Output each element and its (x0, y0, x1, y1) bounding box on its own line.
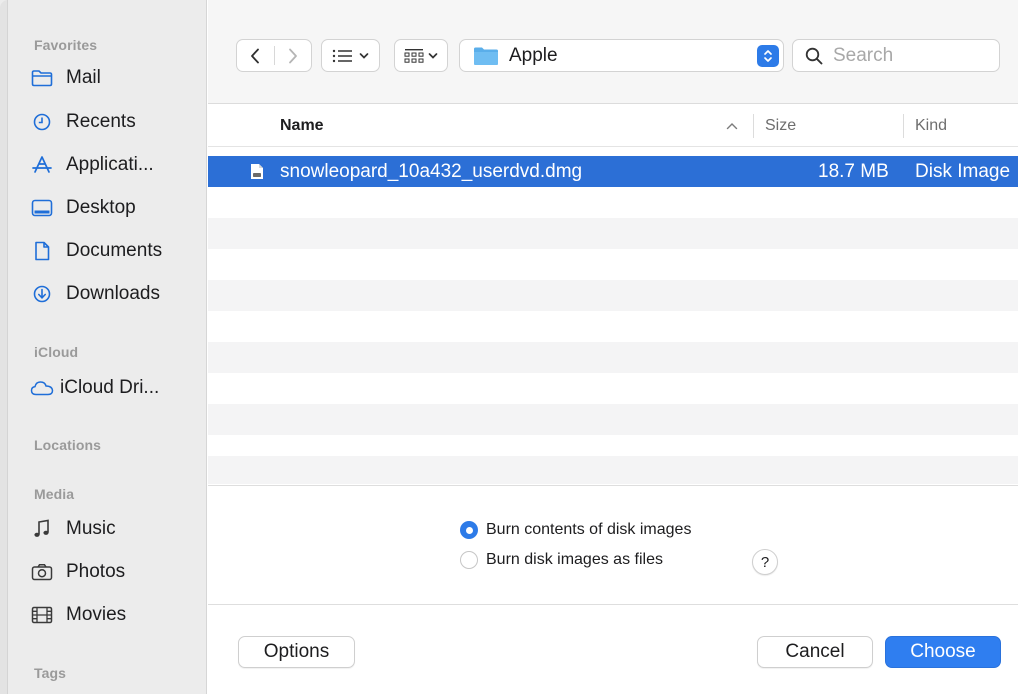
sidebar-item-label: Mail (66, 67, 101, 88)
list-view-icon (332, 49, 352, 62)
chevron-up-icon (726, 117, 738, 135)
chevron-down-icon (428, 52, 438, 59)
sidebar-item-mail[interactable]: Mail (30, 63, 205, 93)
view-options-button[interactable] (321, 39, 380, 72)
document-icon (30, 240, 54, 262)
sidebar-item-photos[interactable]: Photos (30, 557, 205, 587)
window-edge (0, 0, 8, 694)
chevron-down-icon (359, 52, 369, 59)
column-size-header[interactable]: Size (765, 117, 796, 135)
location-popup[interactable]: Apple (459, 39, 784, 72)
clock-icon (30, 111, 54, 133)
disk-image-icon (250, 163, 264, 185)
column-header: Name Size Kind (208, 105, 1018, 147)
chevron-right-icon (288, 48, 297, 63)
back-forward-control (236, 39, 312, 72)
section-media: Media (34, 486, 75, 502)
choose-button[interactable]: Choose (885, 636, 1001, 668)
table-row[interactable]: snowleopard_10a432_userdvd.dmg 18.7 MB D… (208, 156, 1018, 187)
radio-selected-icon[interactable] (460, 521, 478, 539)
applications-icon (30, 154, 54, 176)
sidebar-item-downloads[interactable]: Downloads (30, 279, 205, 309)
radio-label: Burn contents of disk images (486, 521, 692, 538)
file-list: snowleopard_10a432_userdvd.dmg 18.7 MB D… (208, 156, 1018, 484)
music-note-icon (30, 518, 54, 540)
options-button[interactable]: Options (238, 636, 355, 668)
empty-row (208, 311, 1018, 342)
toolbar: Apple (208, 0, 1018, 104)
button-bar: Options Cancel Choose (208, 606, 1018, 694)
search-icon (805, 47, 823, 64)
sidebar-item-label: iCloud Dri... (60, 377, 160, 398)
folder-icon (30, 67, 54, 89)
sidebar-item-label: Applicati... (66, 154, 154, 175)
empty-row (208, 218, 1018, 249)
column-kind-header[interactable]: Kind (915, 117, 947, 135)
radio-unselected-icon[interactable] (460, 551, 478, 569)
forward-button[interactable] (274, 40, 311, 71)
sidebar-item-recents[interactable]: Recents (30, 107, 205, 137)
empty-row (208, 404, 1018, 435)
sidebar-item-label: Photos (66, 561, 126, 582)
empty-row (208, 249, 1018, 280)
sidebar-item-icloud-drive[interactable]: iCloud Dri... (30, 373, 205, 403)
sidebar-item-music[interactable]: Music (30, 514, 205, 544)
camera-icon (30, 561, 54, 583)
location-label: Apple (509, 44, 558, 66)
sidebar-item-label: Recents (66, 111, 136, 132)
group-button[interactable] (394, 39, 448, 72)
radio-label: Burn disk images as files (486, 551, 663, 568)
sidebar-item-movies[interactable]: Movies (30, 600, 205, 630)
empty-row (208, 342, 1018, 373)
section-tags: Tags (34, 665, 67, 681)
sidebar-item-desktop[interactable]: Desktop (30, 193, 205, 223)
empty-row (208, 456, 1018, 484)
popup-stepper-icon (757, 45, 779, 67)
sidebar-item-label: Movies (66, 604, 127, 625)
sidebar-item-label: Music (66, 518, 116, 539)
column-divider[interactable] (903, 114, 904, 138)
column-name-header[interactable]: Name (280, 117, 324, 135)
section-favorites: Favorites (34, 37, 98, 53)
folder-icon (474, 47, 498, 65)
burn-options-panel: Burn contents of disk images Burn disk i… (208, 485, 1018, 605)
file-name: snowleopard_10a432_userdvd.dmg (280, 161, 583, 182)
film-icon (30, 604, 54, 626)
help-button[interactable]: ? (752, 549, 778, 575)
section-icloud: iCloud (34, 344, 79, 360)
sidebar-item-applications[interactable]: Applicati... (30, 150, 205, 180)
desktop-icon (30, 197, 54, 219)
cloud-icon (30, 377, 54, 399)
empty-row (208, 280, 1018, 311)
sidebar: Favorites Mail Recents Applicati... Desk… (0, 0, 207, 694)
radio-burn-contents[interactable]: Burn contents of disk images (460, 521, 691, 539)
sidebar-item-label: Downloads (66, 283, 160, 304)
empty-row (208, 373, 1018, 404)
file-kind: Disk Image (915, 161, 1011, 182)
chevron-left-icon (251, 48, 260, 63)
file-size: 18.7 MB (818, 161, 889, 182)
column-divider[interactable] (753, 114, 754, 138)
search-input[interactable] (833, 44, 993, 67)
search-field[interactable] (792, 39, 1000, 72)
section-locations: Locations (34, 437, 102, 453)
cancel-button[interactable]: Cancel (757, 636, 873, 668)
sidebar-item-label: Desktop (66, 197, 136, 218)
empty-row (208, 187, 1018, 218)
download-icon (30, 283, 54, 305)
radio-burn-as-files[interactable]: Burn disk images as files (460, 551, 663, 569)
sidebar-item-label: Documents (66, 240, 163, 261)
sidebar-item-documents[interactable]: Documents (30, 236, 205, 266)
back-button[interactable] (237, 40, 274, 71)
group-grid-icon (404, 48, 424, 63)
